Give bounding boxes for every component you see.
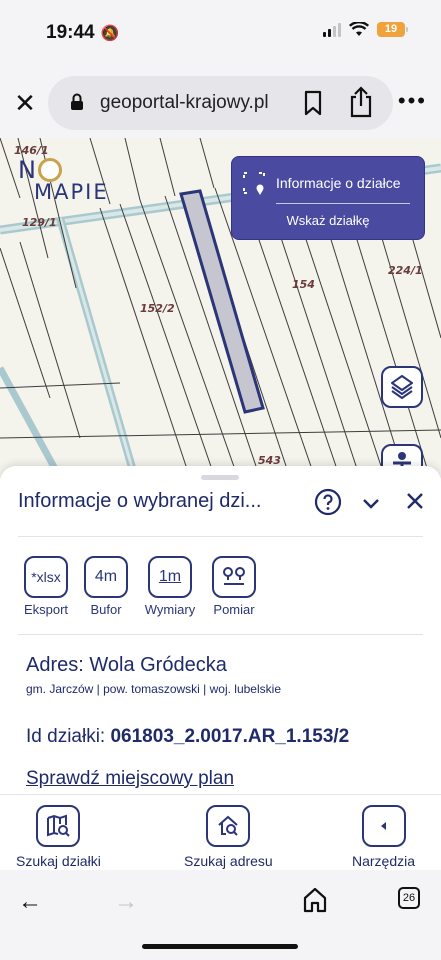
plot-label: 129/1 xyxy=(22,216,57,229)
dimensions-label: Wymiary xyxy=(144,602,196,617)
buffer-label: Bufor xyxy=(90,602,122,617)
dimensions-icon: 1m xyxy=(148,556,192,598)
status-indicators: 19 xyxy=(323,22,408,37)
parcel-info-sheet: Informacje o wybranej dzi... *xlsx Ekspo… xyxy=(0,466,441,798)
tools-label: Narzędzia xyxy=(352,853,416,869)
home-indicator xyxy=(142,944,298,949)
parcel-id-value: 061803_2.0017.AR_1.153/2 xyxy=(110,726,350,747)
buffer-tool[interactable]: 4m Bufor xyxy=(76,556,136,617)
plot-label: 152/2 xyxy=(140,302,175,315)
parcel-info-button[interactable]: Informacje o działce xyxy=(242,171,401,195)
parcel-id-label: Id działki: xyxy=(26,726,106,747)
url-field[interactable]: geoportal-krajowy.pl xyxy=(48,76,393,130)
back-arrow-icon[interactable]: ← xyxy=(18,888,42,916)
search-address-nav[interactable]: Szukaj adresu xyxy=(184,805,273,869)
plot-label: 224/1 xyxy=(388,264,423,277)
export-icon-text: *xlsx xyxy=(31,569,61,585)
status-time: 19:44 xyxy=(46,22,95,43)
parcel-info-label: Informacje o działce xyxy=(276,175,401,191)
parcel-id-line: Id działki: 061803_2.0017.AR_1.153/2 xyxy=(26,726,349,748)
chevron-down-icon[interactable] xyxy=(360,492,382,514)
bottom-navigation: Szukaj działki Szukaj adresu Narzędzia xyxy=(0,794,441,870)
point-parcel-button[interactable]: Wskaż działkę xyxy=(232,213,424,228)
dimensions-tool[interactable]: 1m Wymiary xyxy=(136,556,204,617)
layers-button[interactable] xyxy=(381,366,423,408)
tools-toggle-icon xyxy=(361,805,406,847)
plot-label: 154 xyxy=(292,278,315,291)
bell-muted-icon: 🔕 xyxy=(100,25,120,42)
signal-icon xyxy=(323,22,341,37)
share-icon[interactable] xyxy=(348,86,374,118)
search-home-icon xyxy=(206,805,251,847)
browser-address-bar: ✕ geoportal-krajowy.pl ••• xyxy=(0,70,441,138)
measure-tool[interactable]: Pomiar xyxy=(204,556,264,617)
pins-measure-icon xyxy=(223,567,245,585)
export-label: Eksport xyxy=(23,602,69,617)
home-icon[interactable] xyxy=(302,886,328,914)
select-area-icon xyxy=(243,172,265,195)
help-icon[interactable] xyxy=(314,488,342,516)
close-browser-icon[interactable]: ✕ xyxy=(12,88,38,118)
battery-icon: 19 xyxy=(377,22,408,37)
measure-icon xyxy=(212,556,256,598)
buffer-icon-text: 4m xyxy=(94,568,118,585)
status-bar: 19:44 🔕 19 xyxy=(0,0,441,70)
dimensions-icon-text: 1m xyxy=(158,568,182,585)
close-icon[interactable] xyxy=(404,490,426,512)
sheet-title: Informacje o wybranej dzi... xyxy=(18,490,262,512)
map-view[interactable]: 146/1 129/1 152/2 154 224/1 543 N MAPIE … xyxy=(0,138,441,478)
search-plot-label: Szukaj działki xyxy=(16,853,101,869)
export-tool[interactable]: *xlsx Eksport xyxy=(16,556,76,617)
url-text: geoportal-krajowy.pl xyxy=(100,92,269,113)
bookmark-icon[interactable] xyxy=(302,90,324,116)
export-xlsx-icon: *xlsx xyxy=(24,556,68,598)
parcel-address: Adres: Wola Gródecka xyxy=(26,654,227,676)
wifi-icon xyxy=(349,22,369,36)
tools-nav[interactable]: Narzędzia xyxy=(352,805,415,869)
layers-icon xyxy=(391,375,413,399)
parcel-info-panel: Informacje o działce Wskaż działkę xyxy=(231,156,425,240)
local-plan-link[interactable]: Sprawdź miejscowy plan xyxy=(26,768,234,790)
sheet-divider xyxy=(18,634,423,635)
parcel-admin-units: gm. Jarczów | pow. tomaszowski | woj. lu… xyxy=(26,682,281,696)
search-plot-nav[interactable]: Szukaj działki xyxy=(16,805,101,869)
search-map-icon xyxy=(36,805,81,847)
tabs-count-icon[interactable]: 26 xyxy=(398,887,420,909)
more-options-icon[interactable]: ••• xyxy=(398,90,427,112)
sheet-divider xyxy=(18,536,423,537)
search-address-label: Szukaj adresu xyxy=(184,853,273,869)
tool-row: *xlsx Eksport 4m Bufor 1m Wymiary Pomiar xyxy=(16,556,264,617)
browser-toolbar: ← → 26 xyxy=(0,870,441,960)
panel-divider xyxy=(276,203,410,204)
sheet-drag-handle[interactable] xyxy=(201,475,239,480)
forward-arrow-icon[interactable]: → xyxy=(114,888,138,916)
logo-text: MAPIE xyxy=(34,180,109,204)
measure-label: Pomiar xyxy=(213,602,255,617)
logo-pin-icon xyxy=(38,158,62,182)
status-time-group: 19:44 🔕 xyxy=(46,22,119,44)
lock-icon xyxy=(71,93,83,110)
buffer-icon: 4m xyxy=(84,556,128,598)
